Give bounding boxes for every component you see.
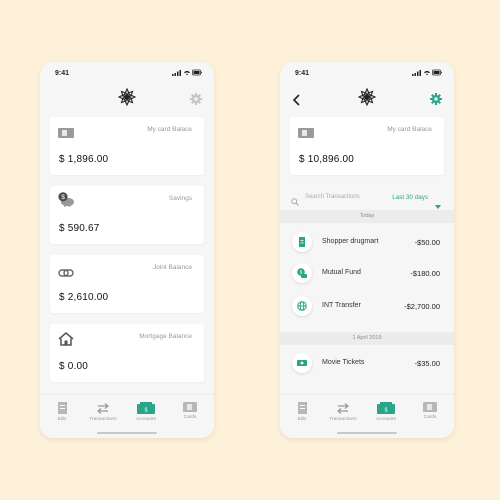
search-input[interactable]: Search Transactions bbox=[305, 194, 360, 200]
transaction-name: Shopper drugmart bbox=[322, 238, 379, 245]
house-icon bbox=[58, 332, 74, 351]
joint-balance-card[interactable]: Joint Balance $ 2,610.00 bbox=[50, 255, 204, 313]
receipt-icon bbox=[292, 232, 312, 252]
transaction-amount: -$2,700.00 bbox=[404, 302, 440, 311]
transaction-name: Mutual Fund bbox=[322, 269, 361, 276]
transaction-name: Movie Tickets bbox=[322, 359, 365, 366]
tab-bills[interactable]: Bills bbox=[42, 402, 82, 422]
header bbox=[40, 84, 214, 114]
svg-text:$: $ bbox=[145, 408, 148, 414]
card-amount: $ 590.67 bbox=[59, 223, 100, 234]
home-indicator bbox=[337, 432, 397, 434]
banknote-icon bbox=[292, 353, 312, 373]
card-icon bbox=[423, 402, 437, 412]
bill-icon bbox=[57, 402, 67, 414]
accounts-screen: 9:41 My card Balace $ 1,896.00 $ Savings… bbox=[40, 62, 214, 438]
flower-logo-icon bbox=[357, 87, 377, 107]
transfer-arrows-icon bbox=[97, 403, 109, 414]
tab-transactions[interactable]: Transactions bbox=[83, 402, 123, 422]
transaction-row[interactable]: Movie Tickets -$35.00 bbox=[280, 349, 454, 379]
tab-label: Bills bbox=[57, 417, 67, 422]
status-time: 9:41 bbox=[55, 70, 70, 77]
globe-icon bbox=[292, 296, 312, 316]
status-icons bbox=[172, 69, 202, 78]
status-icons bbox=[412, 69, 442, 78]
status-time: 9:41 bbox=[295, 70, 310, 77]
card-amount: $ 1,896.00 bbox=[59, 154, 109, 165]
coins-icon: $ bbox=[292, 263, 312, 283]
date-filter-dropdown[interactable]: Last 30 days bbox=[392, 194, 428, 201]
card-amount: $ 0.00 bbox=[59, 361, 89, 372]
section-header: Today bbox=[280, 210, 454, 223]
transaction-amount: -$50.00 bbox=[414, 238, 440, 247]
card-icon bbox=[183, 402, 197, 412]
search-icon bbox=[291, 193, 299, 211]
transaction-amount: -$35.00 bbox=[414, 359, 440, 368]
tab-bar: Bills Transactions $ Accounts Cards bbox=[280, 394, 454, 438]
flower-logo-icon bbox=[117, 87, 137, 107]
settings-gear-icon[interactable] bbox=[190, 92, 202, 105]
transaction-name: INT Transfer bbox=[322, 302, 361, 309]
card-label: My card Balace bbox=[147, 126, 192, 133]
credit-card-icon bbox=[298, 125, 314, 143]
tab-label: Cards bbox=[423, 415, 437, 420]
bill-icon bbox=[297, 402, 307, 414]
tab-label: Accounts bbox=[376, 417, 396, 422]
tab-label: Accounts bbox=[136, 417, 156, 422]
tab-transactions[interactable]: Transactions bbox=[323, 402, 363, 422]
tab-cards[interactable]: Cards bbox=[170, 402, 210, 420]
section-header: 1 April 2019 bbox=[280, 332, 454, 345]
card-balance-card[interactable]: My card Balace $ 1,896.00 bbox=[50, 117, 204, 175]
card-label: Mortgage Balance bbox=[139, 333, 192, 340]
piggy-bank-icon: $ bbox=[58, 192, 75, 212]
header bbox=[280, 84, 454, 114]
accounts-icon: $ bbox=[137, 402, 155, 414]
tab-accounts[interactable]: $ Accounts bbox=[126, 402, 166, 422]
tab-label: Bills bbox=[297, 417, 307, 422]
card-label: My card Balace bbox=[387, 126, 432, 133]
settings-gear-icon[interactable] bbox=[430, 92, 442, 105]
status-bar: 9:41 bbox=[280, 62, 454, 84]
back-arrow-icon[interactable] bbox=[292, 93, 301, 106]
tab-bills[interactable]: Bills bbox=[282, 402, 322, 422]
tab-bar: Bills Transactions $ Accounts Cards bbox=[40, 394, 214, 438]
status-bar: 9:41 bbox=[40, 62, 214, 84]
transactions-screen: 9:41 My card Balace $ 10,896.00 Search T… bbox=[280, 62, 454, 438]
transaction-row[interactable]: $ Mutual Fund -$180.00 bbox=[280, 259, 454, 289]
search-bar: Search Transactions Last 30 days bbox=[280, 190, 454, 211]
tab-label: Transactions bbox=[329, 417, 357, 422]
card-amount: $ 10,896.00 bbox=[299, 154, 355, 165]
svg-text:$: $ bbox=[61, 194, 65, 201]
tab-cards[interactable]: Cards bbox=[410, 402, 450, 420]
card-amount: $ 2,610.00 bbox=[59, 292, 109, 303]
transaction-row[interactable]: Shopper drugmart -$50.00 bbox=[280, 228, 454, 258]
card-balance-card[interactable]: My card Balace $ 10,896.00 bbox=[290, 117, 444, 175]
tab-accounts[interactable]: $ Accounts bbox=[366, 402, 406, 422]
tab-label: Transactions bbox=[89, 417, 117, 422]
mortgage-card[interactable]: Mortgage Balance $ 0.00 bbox=[50, 324, 204, 382]
tab-label: Cards bbox=[183, 415, 197, 420]
home-indicator bbox=[97, 432, 157, 434]
transaction-row[interactable]: INT Transfer -$2,700.00 bbox=[280, 292, 454, 322]
credit-card-icon bbox=[58, 125, 74, 143]
link-icon bbox=[58, 265, 74, 283]
svg-text:$: $ bbox=[385, 408, 388, 414]
savings-card[interactable]: $ Savings $ 590.67 bbox=[50, 186, 204, 244]
card-label: Joint Balance bbox=[152, 264, 192, 271]
accounts-icon: $ bbox=[377, 402, 395, 414]
transfer-arrows-icon bbox=[337, 403, 349, 414]
transaction-amount: -$180.00 bbox=[410, 269, 440, 278]
card-label: Savings bbox=[168, 195, 192, 202]
